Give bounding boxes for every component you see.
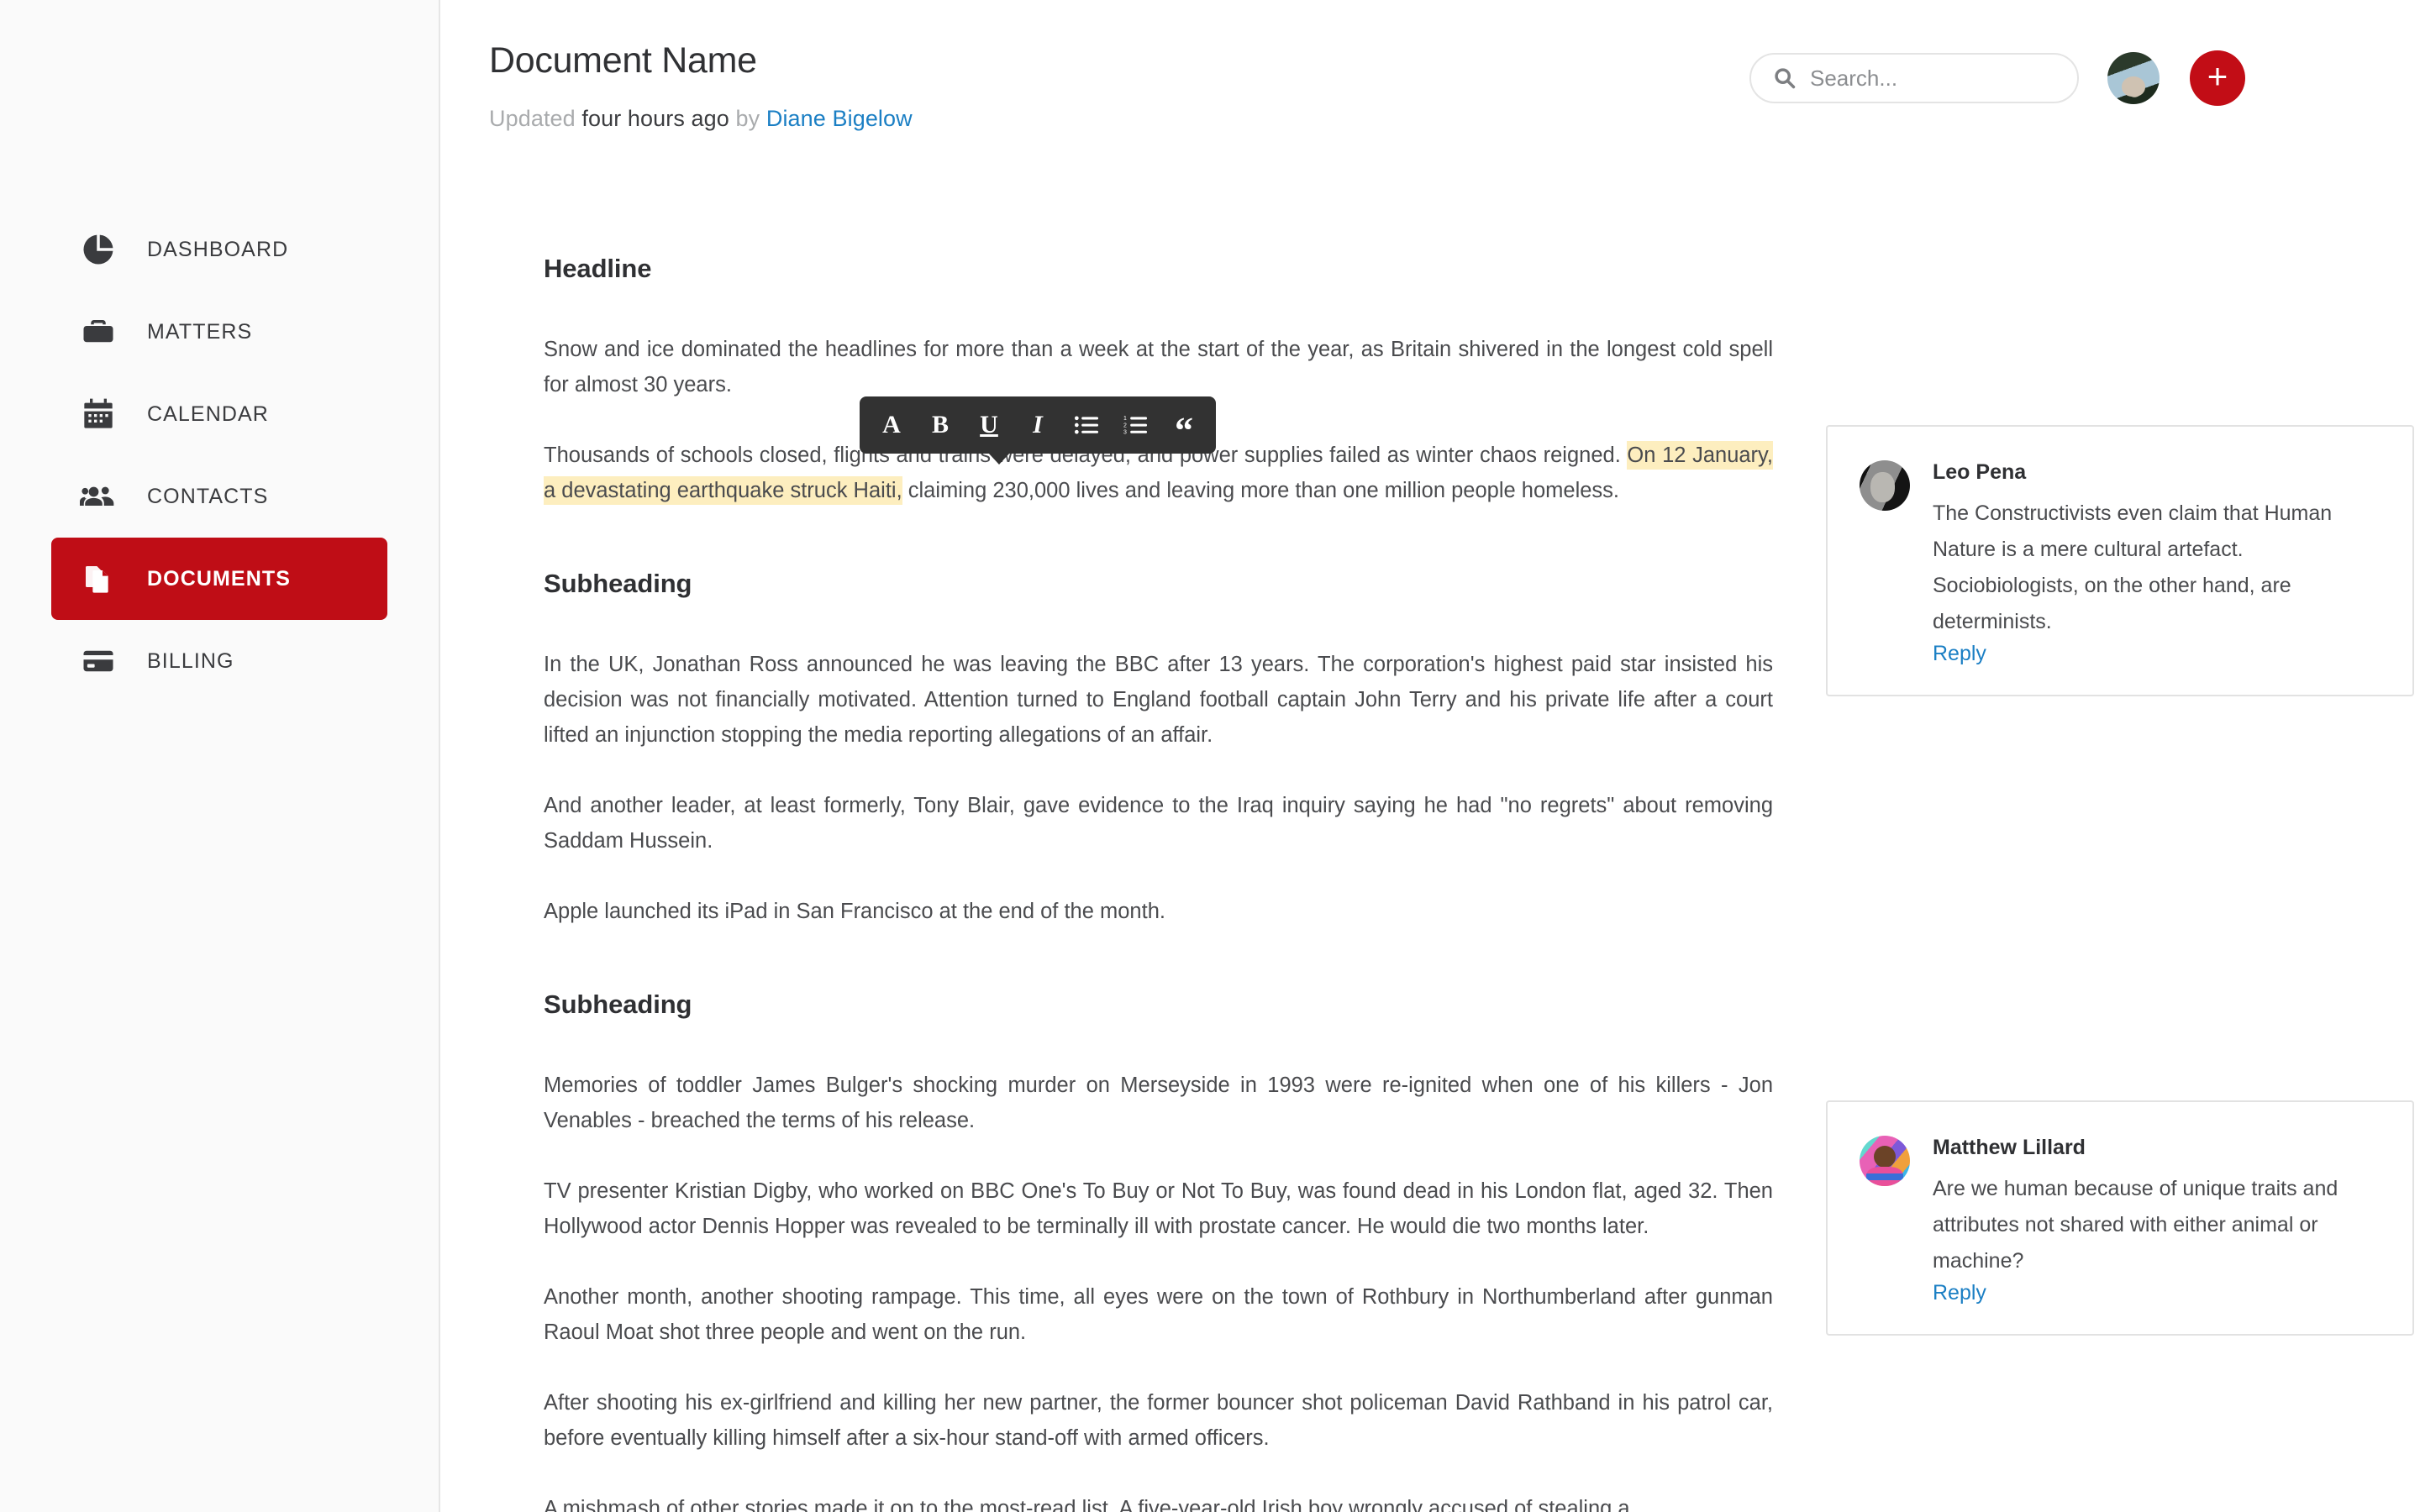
sidebar-item-label: BILLING xyxy=(147,648,234,673)
document-headline: Headline xyxy=(544,254,652,283)
main-panel: Document Name Updated four hours ago by … xyxy=(440,0,2420,1512)
svg-text:2: 2 xyxy=(1123,423,1127,428)
paragraph: After shooting his ex-girlfriend and kil… xyxy=(544,1391,1773,1450)
underline-button[interactable]: U xyxy=(977,405,1001,445)
people-icon xyxy=(78,476,118,517)
bullet-list-button[interactable] xyxy=(1075,405,1098,445)
page-header: Document Name Updated four hours ago by … xyxy=(440,0,2420,176)
search-input[interactable] xyxy=(1810,65,2054,92)
paragraph: Another month, another shooting rampage.… xyxy=(544,1285,1773,1344)
credit-card-icon xyxy=(78,641,118,681)
comment-content: Leo Pena The Constructivists even claim … xyxy=(1933,460,2384,666)
comment-content: Matthew Lillard Are we human because of … xyxy=(1933,1136,2384,1305)
italic-button[interactable]: I xyxy=(1026,405,1050,445)
reply-link[interactable]: Reply xyxy=(1933,1281,1986,1305)
comments-panel: Leo Pena The Constructivists even claim … xyxy=(1724,176,2420,1512)
comment-text: The Constructivists even claim that Huma… xyxy=(1933,501,2333,633)
page-title: Document Name xyxy=(489,40,757,81)
avatar xyxy=(1860,460,1910,511)
sidebar-item-label: MATTERS xyxy=(147,319,253,344)
briefcase-icon xyxy=(78,312,118,352)
sidebar-nav-list: DASHBOARD MATTERS CALENDAR CONTACTS DOCU… xyxy=(0,208,439,702)
content-area: Headline Snow and ice dominated the head… xyxy=(440,176,2420,1512)
document-body[interactable]: Headline Snow and ice dominated the head… xyxy=(489,176,1773,1512)
comment-card[interactable]: Leo Pena The Constructivists even claim … xyxy=(1826,425,2414,696)
sidebar-item-billing[interactable]: BILLING xyxy=(51,620,387,702)
document-subheading-1: Subheading xyxy=(544,569,692,598)
comment-text: Are we human because of unique traits an… xyxy=(1933,1177,2338,1273)
sidebar-item-contacts[interactable]: CONTACTS xyxy=(51,455,387,538)
svg-text:1: 1 xyxy=(1123,416,1127,422)
updated-label: Updated xyxy=(489,106,576,131)
sidebar: DASHBOARD MATTERS CALENDAR CONTACTS DOCU… xyxy=(0,0,440,1512)
sidebar-item-calendar[interactable]: CALENDAR xyxy=(51,373,387,455)
svg-text:3: 3 xyxy=(1123,430,1127,436)
sidebar-item-label: CALENDAR xyxy=(147,402,269,426)
numbered-list-button[interactable]: 1 2 3 xyxy=(1123,405,1147,445)
bullet-list-icon xyxy=(1075,416,1098,434)
sidebar-item-label: DOCUMENTS xyxy=(147,566,292,591)
sidebar-item-dashboard[interactable]: DASHBOARD xyxy=(51,208,387,291)
avatar xyxy=(1860,1136,1910,1186)
paragraph: TV presenter Kristian Digby, who worked … xyxy=(544,1179,1773,1238)
paragraph: A mishmash of other stories made it on t… xyxy=(544,1497,1630,1512)
documents-icon xyxy=(78,559,118,599)
paragraph: In the UK, Jonathan Ross announced he wa… xyxy=(544,653,1773,747)
document-meta: Updated four hours ago by Diane Bigelow xyxy=(489,106,913,132)
paragraph: Snow and ice dominated the headlines for… xyxy=(544,338,1773,396)
calendar-icon xyxy=(78,394,118,434)
sidebar-item-matters[interactable]: MATTERS xyxy=(51,291,387,373)
text-format-toolbar[interactable]: A B U I 1 2 3 “ xyxy=(860,396,1216,465)
updated-time: four hours ago xyxy=(581,106,729,131)
add-button[interactable]: + xyxy=(2190,50,2245,106)
paragraph-part-b: claiming 230,000 lives and leaving more … xyxy=(902,479,1619,502)
comment-author: Matthew Lillard xyxy=(1933,1136,2086,1159)
sidebar-item-documents[interactable]: DOCUMENTS xyxy=(51,538,387,620)
comment-author: Leo Pena xyxy=(1933,460,2027,484)
paragraph: Apple launched its iPad in San Francisco… xyxy=(544,900,1165,923)
author-link[interactable]: Diane Bigelow xyxy=(766,106,913,131)
document-subheading-2: Subheading xyxy=(544,990,692,1019)
numbered-list-icon: 1 2 3 xyxy=(1123,416,1147,436)
pie-chart-icon xyxy=(78,229,118,270)
blockquote-button[interactable]: “ xyxy=(1172,405,1196,449)
paragraph: Memories of toddler James Bulger's shock… xyxy=(544,1074,1773,1132)
sidebar-item-label: DASHBOARD xyxy=(147,237,289,261)
sidebar-item-label: CONTACTS xyxy=(147,484,269,508)
bold-button[interactable]: B xyxy=(929,405,952,445)
search-icon xyxy=(1773,66,1797,90)
reply-link[interactable]: Reply xyxy=(1933,642,1986,666)
by-label: by xyxy=(735,106,760,131)
comment-card[interactable]: Matthew Lillard Are we human because of … xyxy=(1826,1100,2414,1336)
font-style-button[interactable]: A xyxy=(880,405,903,445)
paragraph: And another leader, at least formerly, T… xyxy=(544,794,1773,853)
user-avatar[interactable] xyxy=(2107,52,2160,104)
search-box[interactable] xyxy=(1749,53,2079,103)
app-root: DASHBOARD MATTERS CALENDAR CONTACTS DOCU… xyxy=(0,0,2420,1512)
plus-icon: + xyxy=(2207,56,2228,96)
